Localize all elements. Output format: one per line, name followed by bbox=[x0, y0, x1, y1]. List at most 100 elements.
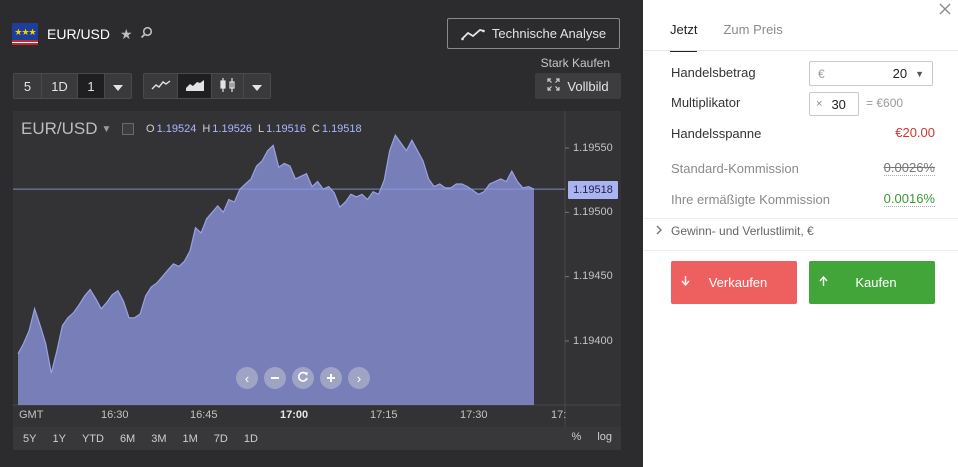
interval-selector: 5 1D 1 bbox=[13, 73, 132, 99]
arrow-up-icon bbox=[809, 275, 837, 289]
x-tick-label: 16:45 bbox=[190, 409, 218, 421]
amount-label: Handelsbetrag bbox=[671, 65, 756, 80]
range-button-7d[interactable]: 7D bbox=[214, 433, 228, 445]
x-tick-label: 17: bbox=[551, 409, 567, 421]
zoom-in-button[interactable] bbox=[320, 367, 342, 389]
range-button-1d[interactable]: 1D bbox=[244, 433, 258, 445]
ohlc-toggle-checkbox[interactable] bbox=[122, 123, 134, 135]
ohlc-open: O 1.19524 bbox=[146, 123, 197, 135]
amount-select[interactable]: € 20 ▼ bbox=[809, 61, 933, 86]
standard-commission-label: Standard-Kommission bbox=[671, 161, 799, 176]
tabs-divider bbox=[644, 50, 958, 51]
chart-type-selector bbox=[143, 73, 271, 99]
scale-options: % log bbox=[572, 431, 612, 443]
interval-button-1[interactable]: 1 bbox=[78, 74, 105, 98]
expand-icon bbox=[547, 78, 560, 94]
technical-analysis-button[interactable]: Technische Analyse bbox=[447, 18, 620, 49]
scroll-left-button[interactable]: ‹ bbox=[236, 367, 258, 389]
zoom-out-button[interactable] bbox=[264, 367, 286, 389]
scroll-right-button[interactable]: › bbox=[348, 367, 370, 389]
y-tick-label: 1.19500 bbox=[573, 206, 613, 218]
price-chart[interactable]: EUR/USD ▼ O 1.19524 H 1.19526 L 1.19516 C 1.… bbox=[13, 111, 621, 450]
range-button-1y[interactable]: 1Y bbox=[52, 433, 65, 445]
multiplier-value: 30 bbox=[831, 96, 846, 112]
ohlc-readout: O 1.19524 H 1.19526 L 1.19516 C 1.19518 bbox=[146, 123, 362, 135]
interval-button-5[interactable]: 5 bbox=[14, 74, 42, 98]
range-button-5y[interactable]: 5Y bbox=[23, 433, 36, 445]
pair-selector-label: EUR/USD bbox=[21, 119, 98, 138]
range-button-6m[interactable]: 6M bbox=[120, 433, 135, 445]
caret-down-icon bbox=[113, 79, 123, 94]
interval-button-1d[interactable]: 1D bbox=[42, 74, 78, 98]
y-tick-label: 1.19400 bbox=[573, 335, 613, 347]
interval-dropdown-button[interactable] bbox=[105, 74, 131, 98]
star-icon[interactable]: ★ bbox=[120, 26, 133, 43]
trend-line-icon bbox=[461, 27, 485, 41]
x-tick-label: 16:30 bbox=[101, 409, 129, 421]
instrument-header: ★★★ EUR/USD ★ bbox=[12, 22, 160, 46]
reset-icon bbox=[297, 371, 309, 385]
sell-label: Verkaufen bbox=[708, 275, 768, 290]
buy-button[interactable]: Kaufen bbox=[809, 261, 935, 304]
ohlc-close: C 1.19518 bbox=[311, 123, 362, 135]
time-range-bar: 5Y 1Y YTD 6M 3M 1M 7D 1D % log bbox=[13, 427, 621, 450]
technical-analysis-label: Technische Analyse bbox=[491, 26, 607, 41]
log-scale-button[interactable]: log bbox=[597, 431, 612, 443]
percent-scale-button[interactable]: % bbox=[572, 431, 582, 443]
tab-jetzt[interactable]: Jetzt bbox=[670, 22, 698, 52]
line-chart-icon bbox=[151, 79, 171, 94]
caret-down-icon bbox=[252, 79, 262, 94]
range-button-3m[interactable]: 3M bbox=[151, 433, 166, 445]
multiplier-result: = €600 bbox=[866, 96, 904, 110]
close-button[interactable] bbox=[939, 2, 951, 20]
chevron-right-icon bbox=[656, 225, 662, 238]
caret-down-icon: ▼ bbox=[915, 68, 924, 79]
ohlc-high: H 1.19526 bbox=[202, 123, 253, 135]
profit-loss-limit-toggle[interactable]: Gewinn- und Verlustlimit, € bbox=[656, 224, 814, 238]
multiply-icon: × bbox=[816, 98, 823, 110]
search-icon[interactable] bbox=[140, 26, 153, 42]
reset-zoom-button[interactable] bbox=[292, 367, 314, 389]
order-panel: Jetzt Zum Preis Handelsbetrag € 20 ▼ Mul… bbox=[644, 0, 958, 467]
y-tick-label: 1.19550 bbox=[573, 142, 613, 154]
y-tick-label: 1.19450 bbox=[573, 270, 613, 282]
fullscreen-label: Vollbild bbox=[567, 78, 609, 94]
multiplier-input[interactable]: × 30 bbox=[809, 92, 859, 116]
order-type-tabs: Jetzt Zum Preis bbox=[670, 22, 809, 52]
zoom-out-icon bbox=[270, 372, 280, 385]
price-area bbox=[18, 135, 534, 405]
reduced-commission-label: Ihre ermäßigte Kommission bbox=[671, 192, 830, 207]
divider bbox=[644, 250, 958, 251]
tab-zum-preis[interactable]: Zum Preis bbox=[723, 22, 782, 52]
fullscreen-button[interactable]: Vollbild bbox=[535, 73, 621, 99]
candlestick-icon bbox=[219, 77, 237, 96]
area-chart-button[interactable] bbox=[178, 74, 212, 98]
ohlc-low: L 1.19516 bbox=[258, 123, 306, 135]
pair-selector[interactable]: EUR/USD ▼ bbox=[21, 119, 111, 139]
candlestick-button[interactable] bbox=[212, 74, 244, 98]
amount-value: 20 bbox=[892, 66, 908, 81]
sell-button[interactable]: Verkaufen bbox=[671, 261, 797, 304]
zoom-in-icon bbox=[326, 372, 336, 385]
currency-symbol: € bbox=[818, 66, 825, 81]
x-tick-label: 17:15 bbox=[370, 409, 398, 421]
chart-panel: ★★★ EUR/USD ★ Technische Analyse Stark K… bbox=[0, 0, 643, 467]
x-tick-label: 17:30 bbox=[460, 409, 488, 421]
profit-loss-limit-label: Gewinn- und Verlustlimit, € bbox=[671, 224, 814, 238]
standard-commission-value: 0.0026% bbox=[883, 160, 935, 176]
eur-usd-flag-icon: ★★★ bbox=[12, 23, 38, 45]
close-icon bbox=[939, 2, 951, 19]
line-chart-button[interactable] bbox=[144, 74, 178, 98]
timezone-label: GMT bbox=[19, 409, 44, 421]
buy-label: Kaufen bbox=[855, 275, 897, 290]
arrow-down-icon bbox=[671, 276, 699, 289]
chart-canvas[interactable] bbox=[13, 111, 621, 450]
range-button-1m[interactable]: 1M bbox=[183, 433, 198, 445]
x-tick-label: 17:00 bbox=[280, 409, 309, 421]
multiplier-label: Multiplikator bbox=[671, 95, 741, 110]
reduced-commission-value: 0.0016% bbox=[883, 191, 935, 207]
spread-value: €20.00 bbox=[895, 125, 935, 140]
range-button-ytd[interactable]: YTD bbox=[82, 433, 104, 445]
divider bbox=[644, 218, 958, 219]
chart-type-dropdown-button[interactable] bbox=[244, 74, 270, 98]
